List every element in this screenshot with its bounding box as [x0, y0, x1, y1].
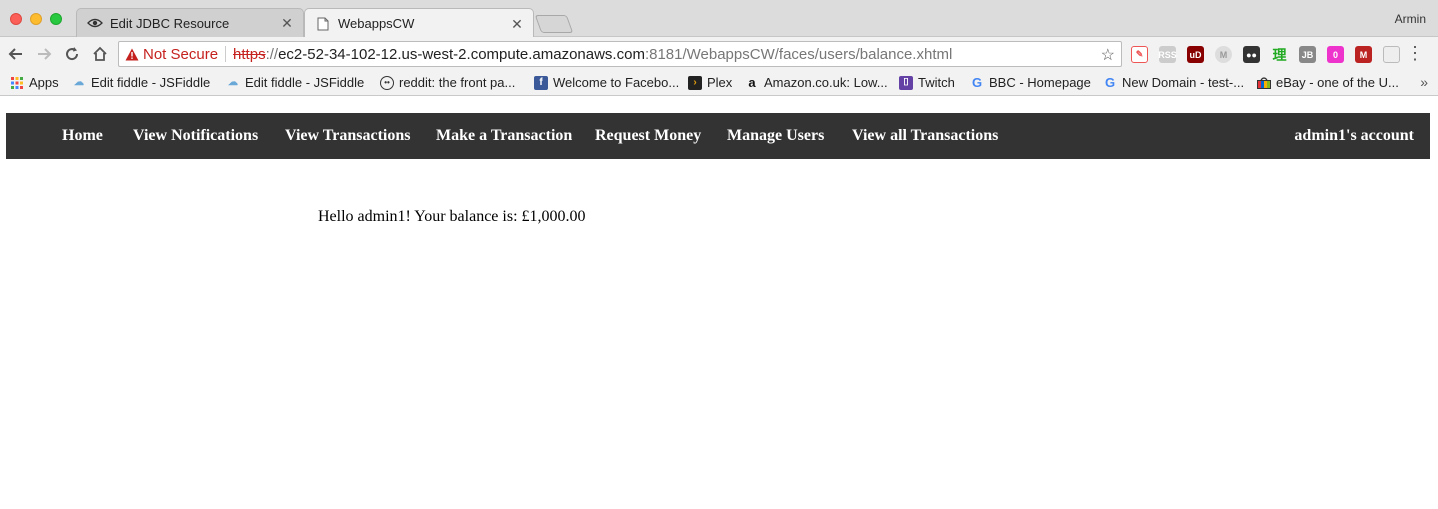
home-icon[interactable] [89, 43, 111, 65]
bookmark-item[interactable]: a Amazon.co.uk: Low... [745, 75, 888, 90]
window-maximize-button[interactable] [50, 13, 62, 25]
browser-title-bar: Edit JDBC Resource ✕ WebappsCW ✕ Armin [0, 0, 1438, 38]
nav-link-home[interactable]: Home [62, 113, 103, 159]
address-bar[interactable]: Not Secure https://ec2-52-34-102-12.us-w… [118, 41, 1122, 67]
google-icon: G [971, 75, 983, 90]
back-arrow-icon[interactable] [5, 43, 27, 65]
bookmark-label: BBC - Homepage [989, 75, 1091, 90]
menu-icon[interactable]: ⋮ [1406, 44, 1424, 62]
bookmark-item[interactable]: ☁ Edit fiddle - JSFiddle [226, 75, 364, 90]
google-icon: G [1104, 75, 1116, 90]
bookmark-label: Apps [29, 75, 59, 90]
extension-icon[interactable] [1383, 46, 1400, 63]
bookmark-item[interactable]: f Welcome to Facebo... [534, 75, 679, 90]
account-link[interactable]: admin1's account [1294, 113, 1414, 159]
bookmark-label: New Domain - test-... [1122, 75, 1245, 90]
close-icon[interactable]: ✕ [279, 15, 295, 31]
bookmark-label: eBay - one of the U... [1276, 75, 1399, 90]
site-navbar: Home View Notifications View Transaction… [6, 113, 1430, 159]
profile-name[interactable]: Armin [1395, 12, 1426, 26]
browser-toolbar: Not Secure https://ec2-52-34-102-12.us-w… [0, 37, 1438, 70]
bookmark-label: Edit fiddle - JSFiddle [245, 75, 365, 90]
url-path: :8181/WebappsCW/faces/users/balance.xhtm… [644, 45, 953, 63]
chevron-right-icon[interactable]: » [1420, 74, 1428, 90]
forward-arrow-icon[interactable] [33, 43, 55, 65]
extension-icon[interactable]: 0 [1327, 46, 1344, 63]
amazon-icon: a [748, 75, 756, 90]
tab-webappscw[interactable]: WebappsCW ✕ [304, 8, 534, 38]
window-minimize-button[interactable] [30, 13, 42, 25]
nav-link-view-notifications[interactable]: View Notifications [133, 113, 258, 159]
bookmark-label: Edit fiddle - JSFiddle [91, 75, 211, 90]
rss-icon[interactable]: RSS [1158, 46, 1177, 63]
divider [225, 46, 227, 62]
tab-title: Edit JDBC Resource [110, 15, 230, 31]
page-icon [315, 16, 331, 32]
nav-link-request-money[interactable]: Request Money [595, 113, 701, 159]
ublock-icon[interactable]: uD [1187, 46, 1204, 63]
twitch-icon: ⌷ [899, 75, 913, 90]
bookmark-label: Twitch [918, 75, 955, 90]
bookmark-item[interactable]: › Plex [688, 75, 732, 90]
ebay-icon [1257, 76, 1271, 90]
jsfiddle-icon: ☁ [228, 77, 238, 88]
apps-grid-icon [10, 76, 24, 90]
bookmark-star-icon[interactable]: ☆ [1101, 45, 1115, 65]
jb-icon[interactable]: JB [1299, 46, 1316, 63]
tab-title: WebappsCW [338, 16, 415, 31]
nav-link-view-all-transactions[interactable]: View all Transactions [852, 113, 998, 159]
window-close-button[interactable] [10, 13, 22, 25]
extension-icon[interactable]: M [1355, 46, 1372, 63]
new-tab-button[interactable] [534, 15, 574, 33]
security-indicator[interactable]: Not Secure [125, 46, 218, 63]
balance-message: Hello admin1! Your balance is: £1,000.00 [318, 208, 586, 225]
nav-link-make-a-transaction[interactable]: Make a Transaction [436, 113, 572, 159]
bookmark-item[interactable]: Apps [10, 75, 59, 90]
jsfiddle-icon: ☁ [74, 77, 84, 88]
bookmark-label: Welcome to Facebo... [553, 75, 680, 90]
bookmark-item[interactable]: ☁ Edit fiddle - JSFiddle [72, 75, 210, 90]
facebook-icon: f [534, 75, 548, 90]
reddit-icon: •• [380, 75, 394, 90]
bookmark-item[interactable]: eBay - one of the U... [1257, 75, 1399, 90]
bookmark-item[interactable]: ⌷ Twitch [899, 75, 955, 90]
bookmark-label: Plex [707, 75, 733, 90]
nav-link-manage-users[interactable]: Manage Users [727, 113, 824, 159]
extension-icon[interactable]: M [1215, 46, 1232, 63]
bookmark-label: Amazon.co.uk: Low... [764, 75, 888, 90]
close-icon[interactable]: ✕ [509, 16, 525, 32]
not-secure-label: Not Secure [143, 45, 219, 63]
url-separator: :// [265, 45, 279, 63]
extension-icon[interactable]: ●● [1243, 46, 1260, 63]
eye-icon [87, 15, 103, 31]
bookmarks-bar: Apps ☁ Edit fiddle - JSFiddle ☁ Edit fid… [0, 70, 1438, 96]
bookmark-item[interactable]: G BBC - Homepage [970, 75, 1091, 90]
url-host: ec2-52-34-102-12.us-west-2.compute.amazo… [278, 45, 645, 63]
warning-icon [125, 48, 139, 60]
bookmark-item[interactable]: •• reddit: the front pa... [380, 75, 515, 90]
reload-icon[interactable] [61, 43, 83, 65]
bookmark-label: reddit: the front pa... [399, 75, 516, 90]
tab-edit-jdbc-resource[interactable]: Edit JDBC Resource ✕ [76, 8, 304, 37]
plex-icon: › [688, 75, 702, 90]
extension-icon[interactable]: ✎ [1131, 46, 1148, 63]
bookmark-item[interactable]: G New Domain - test-... [1103, 75, 1244, 90]
url-scheme: https [233, 45, 266, 63]
nav-link-view-transactions[interactable]: View Transactions [285, 113, 410, 159]
extension-icon[interactable]: 理 [1271, 46, 1288, 63]
